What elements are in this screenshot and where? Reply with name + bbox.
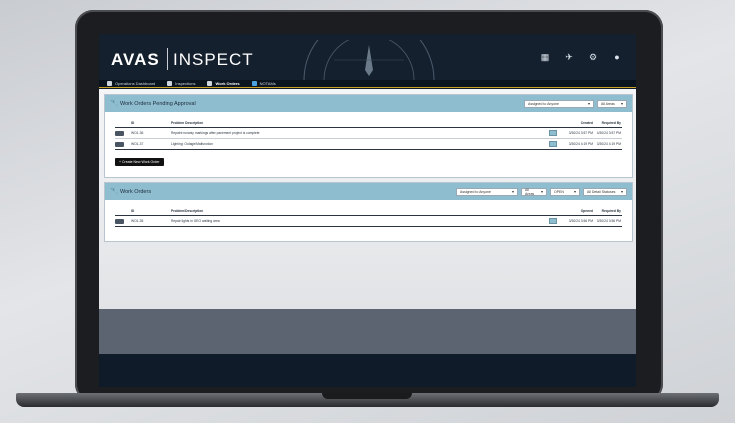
satellite-icon[interactable]: ✈ [564,52,574,62]
monitor-icon [107,81,112,86]
row-id: WO1-35 [131,219,144,223]
grid-icon[interactable]: ▦ [540,52,550,62]
row-created: 3/30/24 4:19 PM [568,142,593,146]
col-id: ID [131,209,135,213]
nav-label: NOTAMs [259,81,276,86]
col-opened: Opened [580,209,593,213]
open-row-button[interactable] [115,141,124,147]
row-required: 4/30/24 3:57 PM [596,131,621,135]
brand-mark: AVAS [111,50,160,69]
work-orders-table: ID Problem/Description Opened Required B… [115,207,622,227]
panel-header: 🔧 Work Orders Assigned to Anyone ▾ All Ar… [105,183,632,200]
brand-name: INSPECT [173,50,254,69]
area-filter[interactable]: All Areas ▾ [521,187,547,196]
open-row-button[interactable] [115,130,124,136]
compass-rose-graphic [303,40,435,80]
row-required: 3/30/24 3:56 PM [596,219,621,223]
row-id: WO1-36 [131,131,144,135]
chevron-down-icon: ▾ [573,189,576,194]
nav-label: Inspections [175,81,196,86]
chevron-down-icon: ▾ [587,101,590,106]
app-screen: AVAS INSPECT ▦ ✈ ⚙ ● Operations Dashboar… [99,34,636,387]
chevron-down-icon: ▾ [511,189,514,194]
pending-table: ID Problem Description Created Required … [115,119,622,150]
table-header: ID Problem/Description Opened Required B… [115,207,622,216]
table-row[interactable]: WO1-35 Repair lights in GEO waiting area… [115,216,622,227]
nav-work-orders[interactable]: Work Orders [207,81,240,86]
wrench-icon: 🔧 [110,100,119,107]
panel-title: Work Orders Pending Approval [120,100,196,107]
table-row[interactable]: WO1-37 Lighting: Outage/Malfunction 3/30… [115,139,622,150]
col-created: Created [580,121,593,125]
row-opened: 3/30/24 3:56 PM [568,219,593,223]
create-work-order-button[interactable]: + Create New Work Order [115,158,164,166]
clipboard-icon [167,81,173,86]
row-desc: Repaint runway markings after pavement p… [171,131,260,135]
col-desc: Problem Description [171,121,204,125]
table-row[interactable]: WO1-36 Repaint runway markings after pav… [115,128,622,139]
chevron-down-icon: ▾ [620,189,623,194]
col-required: Required By [601,121,621,125]
status-filter[interactable]: OPEN ▾ [550,187,580,196]
nav-label: Work Orders [215,81,240,86]
chevron-down-icon: ▾ [540,189,543,194]
comment-icon[interactable] [549,130,557,136]
row-id: WO1-37 [131,142,144,146]
gear-icon[interactable]: ⚙ [588,52,598,62]
laptop-notch [322,393,412,399]
footer-dark [99,354,636,387]
row-created: 3/30/24 3:57 PM [568,131,593,135]
message-icon [251,81,257,86]
main-content: 🔧 Work Orders Pending Approval Assigned … [99,89,636,309]
wrench-icon: 🔧 [110,188,119,195]
row-desc: Repair lights in GEO waiting area [171,219,220,223]
pending-approval-panel: 🔧 Work Orders Pending Approval Assigned … [104,94,633,178]
panel-header: 🔧 Work Orders Pending Approval Assigned … [105,95,632,112]
nav-label: Operations Dashboard [115,81,156,86]
panel-title: Work Orders [120,188,152,195]
nav-notams[interactable]: NOTAMs [251,81,276,86]
work-orders-panel: 🔧 Work Orders Assigned to Anyone ▾ All Ar… [104,182,633,242]
logo-divider [167,48,168,70]
assignee-filter[interactable]: Assigned to Anyone ▾ [456,187,518,196]
col-required: Required By [601,209,621,213]
user-icon[interactable]: ● [612,52,622,62]
assignee-filter[interactable]: Assigned to Anyone ▾ [524,99,594,108]
col-desc: Problem/Description [171,209,204,213]
area-filter[interactable]: All Areas ▾ [597,99,627,108]
footer-band [99,309,636,354]
col-id: ID [131,121,135,125]
chevron-down-icon: ▾ [620,101,623,106]
nav-operations-dashboard[interactable]: Operations Dashboard [107,81,155,86]
wrench-icon [207,81,213,86]
comment-icon[interactable] [549,141,557,147]
main-nav: Operations Dashboard Inspections Work Or… [99,80,636,88]
detail-status-filter[interactable]: All Detail Statuses ▾ [583,187,627,196]
header-actions: ▦ ✈ ⚙ ● [540,52,622,62]
row-desc: Lighting: Outage/Malfunction [171,142,213,146]
nav-inspections[interactable]: Inspections [167,81,195,86]
comment-icon[interactable] [549,218,557,224]
table-header: ID Problem Description Created Required … [115,119,622,128]
open-row-button[interactable] [115,218,124,224]
row-required: 3/30/24 4:19 PM [596,142,621,146]
app-header: AVAS INSPECT ▦ ✈ ⚙ ● [99,34,636,80]
